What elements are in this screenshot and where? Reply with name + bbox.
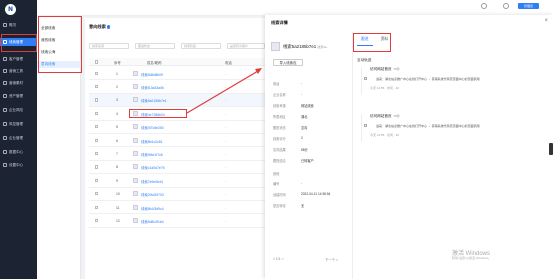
info-label: 编号	[273, 182, 280, 186]
lead-name: 线索5a2185b7e1	[283, 43, 317, 49]
import-button[interactable]: 导入线索包	[273, 59, 303, 66]
info-label: 创建时间	[273, 193, 286, 197]
info-label: 线索评分	[273, 137, 286, 141]
pager-next[interactable]: 下一个 >	[325, 257, 338, 262]
drawer-title: 线索详情	[271, 20, 288, 25]
info-label: 是否转化	[273, 204, 286, 208]
pager-prev[interactable]: < 1/1 >	[273, 257, 284, 261]
info-value: 58分	[301, 148, 308, 152]
page-icon	[364, 77, 367, 80]
close-icon[interactable]: ×	[544, 18, 548, 24]
info-value: 2	[301, 136, 303, 140]
activity-meta: 今天 14:55 · 访问 · 40	[370, 86, 400, 90]
scrollbar-handle[interactable]	[549, 143, 553, 155]
activity-duration: 58秒	[393, 67, 400, 71]
activity-card: 访问网站首页 58秒 进来：湖北站点推广中心在线打开中心 → 营销系统代码页页面中…	[361, 67, 541, 95]
avatar	[271, 42, 280, 51]
info-value: 已转客户	[301, 159, 314, 163]
activity-title: 访问网站首页 58秒	[370, 114, 400, 119]
drawer-divider	[352, 32, 353, 279]
activity-desc: 进来：湖北站点推广中心在线打开中心 → 营销系统代码页页面中心的页面调用	[376, 77, 480, 81]
activity-title: 访问网站首页 58秒	[370, 67, 400, 72]
info-label: 意向结果	[273, 148, 286, 152]
info-value: 无	[301, 204, 305, 208]
section-title: 其他	[273, 172, 280, 176]
lead-detail-drawer: 线索详情 × 线索5a2185b7e1 线索5a... 导入线索包 电话 - 企…	[265, 15, 553, 279]
info-label: 所属地区	[273, 115, 286, 119]
info-label: 电话	[273, 82, 280, 86]
info-value: 湖北	[301, 115, 308, 119]
page-icon	[364, 124, 367, 127]
follow-section-title: 互动轨迹	[357, 58, 372, 62]
activity-meta: 今天 14:55 · 访问 · 40	[370, 133, 400, 137]
activity-card: 访问网站首页 58秒 进来：湖北站点推广中心在线打开中心 → 营销系统代码页页面中…	[361, 114, 541, 142]
lead-name-suffix: 线索5a...	[317, 44, 330, 49]
info-value: 网站线索	[301, 104, 314, 108]
activity-title-text: 访问网站首页	[370, 114, 392, 118]
info-value: 2022-04-11 14:38:54	[301, 192, 331, 196]
info-value: -	[301, 81, 303, 85]
info-value: 意向	[301, 126, 308, 130]
info-label: 跟进状态	[273, 126, 286, 130]
lead-header: 线索5a2185b7e1 线索5a...	[271, 42, 329, 51]
windows-watermark-sub: 转到“设置”以激活 Windows。	[452, 256, 492, 260]
info-value: -	[301, 181, 303, 185]
info-label: 跟进结论	[273, 159, 286, 163]
activity-title-text: 访问网站首页	[370, 67, 392, 71]
info-label: 线索来源	[273, 104, 286, 108]
highlight-box-tabs	[353, 33, 391, 52]
activity-desc: 进来：湖北站点推广中心在线打开中心 → 营销系统代码页页面中心的页面调用	[376, 124, 480, 128]
info-label: 企业名称	[273, 93, 286, 97]
info-value: -	[301, 92, 303, 96]
activity-duration: 58秒	[393, 114, 400, 118]
